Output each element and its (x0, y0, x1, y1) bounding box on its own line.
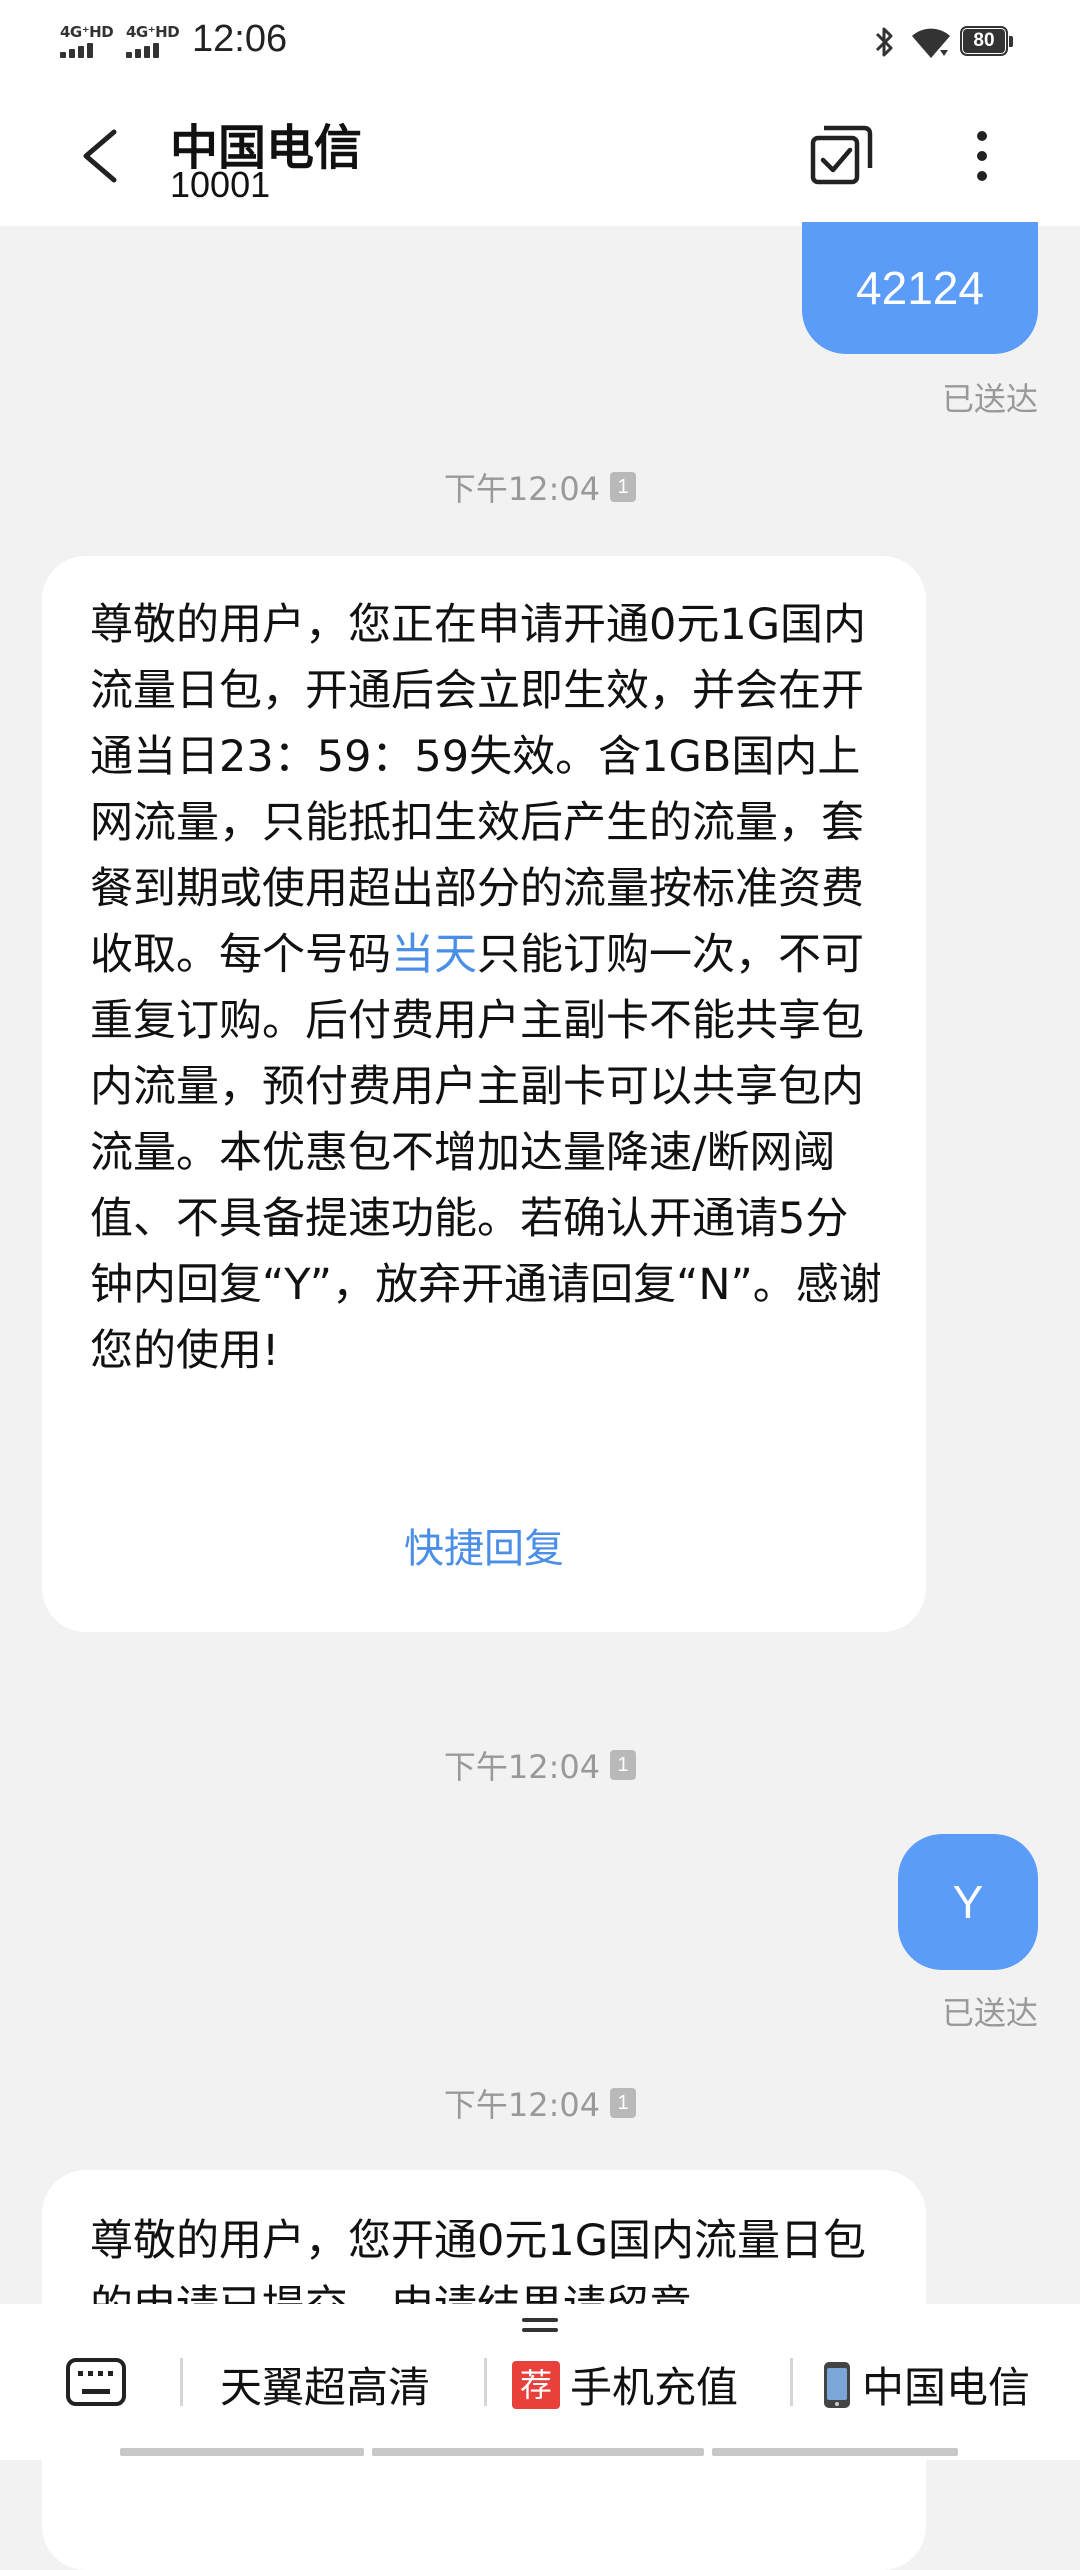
battery-indicator: 80 (960, 26, 1016, 58)
phone-icon (824, 2361, 850, 2408)
more-options-icon[interactable] (964, 128, 1000, 184)
sent-message-bubble[interactable]: Y (898, 1834, 1038, 1970)
keyboard-icon[interactable] (66, 2358, 126, 2406)
menu-scroll-indicator (712, 2448, 958, 2456)
delivery-status: 已送达 (941, 380, 1038, 418)
delivery-status: 已送达 (941, 1994, 1038, 2032)
sim2-network-label: 4G⁺HD (126, 23, 180, 41)
battery-level: 80 (973, 30, 995, 51)
menu-drag-handle-line (522, 2328, 558, 2332)
menu-item-label: 手机充值 (570, 2363, 739, 2412)
menu-item-label: 中国电信 (862, 2363, 1031, 2412)
menu-separator (790, 2358, 793, 2406)
timestamp-text: 下午12:04 (443, 2086, 601, 2124)
bluetooth-icon (875, 27, 893, 57)
menu-item-label: 天翼超高清 (220, 2363, 431, 2412)
timestamp-text: 下午12:04 (443, 1748, 601, 1786)
sim1-signal-bars-icon (60, 43, 93, 58)
wifi-icon (912, 28, 950, 58)
message-timestamp: 下午12:04 1 (0, 2080, 1080, 2126)
message-link[interactable]: 当天 (391, 930, 477, 980)
menu-scroll-indicator (120, 2448, 364, 2456)
menu-separator (484, 2358, 487, 2406)
sim-card-icon: 1 (610, 1750, 637, 1780)
contact-number: 10001 (170, 164, 271, 205)
received-message-bubble[interactable]: 尊敬的用户，您正在申请开通0元1G国内流量日包，开通后会立即生效，并会在开通当日… (42, 556, 926, 1632)
menu-separator (180, 2358, 183, 2406)
sim-card-icon: 1 (610, 472, 637, 502)
menu-drag-handle[interactable] (522, 2318, 558, 2322)
message-text: 尊敬的用户，您正在申请开通0元1G国内流量日包，开通后会立即生效，并会在开通当日… (90, 600, 882, 1376)
sim2-signal: 4G⁺HD (126, 23, 180, 58)
sim2-signal-bars-icon (126, 43, 159, 58)
message-timestamp: 下午12:04 1 (0, 1742, 1080, 1788)
multi-select-checkbox-icon[interactable] (810, 124, 874, 186)
menu-scroll-indicator (372, 2448, 704, 2456)
status-time: 12:06 (192, 18, 288, 60)
sim1-signal: 4G⁺HD (60, 23, 114, 58)
message-timestamp: 下午12:04 1 (0, 464, 1080, 510)
conversation-header (0, 86, 1080, 226)
menu-item-china-telecom[interactable]: 中国电信 (822, 2354, 1030, 2415)
quick-reply-button[interactable]: 快捷回复 (42, 1516, 926, 1574)
sent-message-bubble[interactable]: 42124 (802, 222, 1038, 354)
back-button[interactable] (74, 126, 124, 186)
recommend-badge: 荐 (512, 2360, 560, 2409)
menu-item-tianyi-hd[interactable]: 天翼超高清 (220, 2354, 430, 2415)
sim-card-icon: 1 (610, 2088, 637, 2118)
menu-item-phone-recharge[interactable]: 荐 手机充值 (512, 2354, 738, 2415)
sim1-network-label: 4G⁺HD (60, 23, 114, 41)
timestamp-text: 下午12:04 (443, 470, 601, 508)
